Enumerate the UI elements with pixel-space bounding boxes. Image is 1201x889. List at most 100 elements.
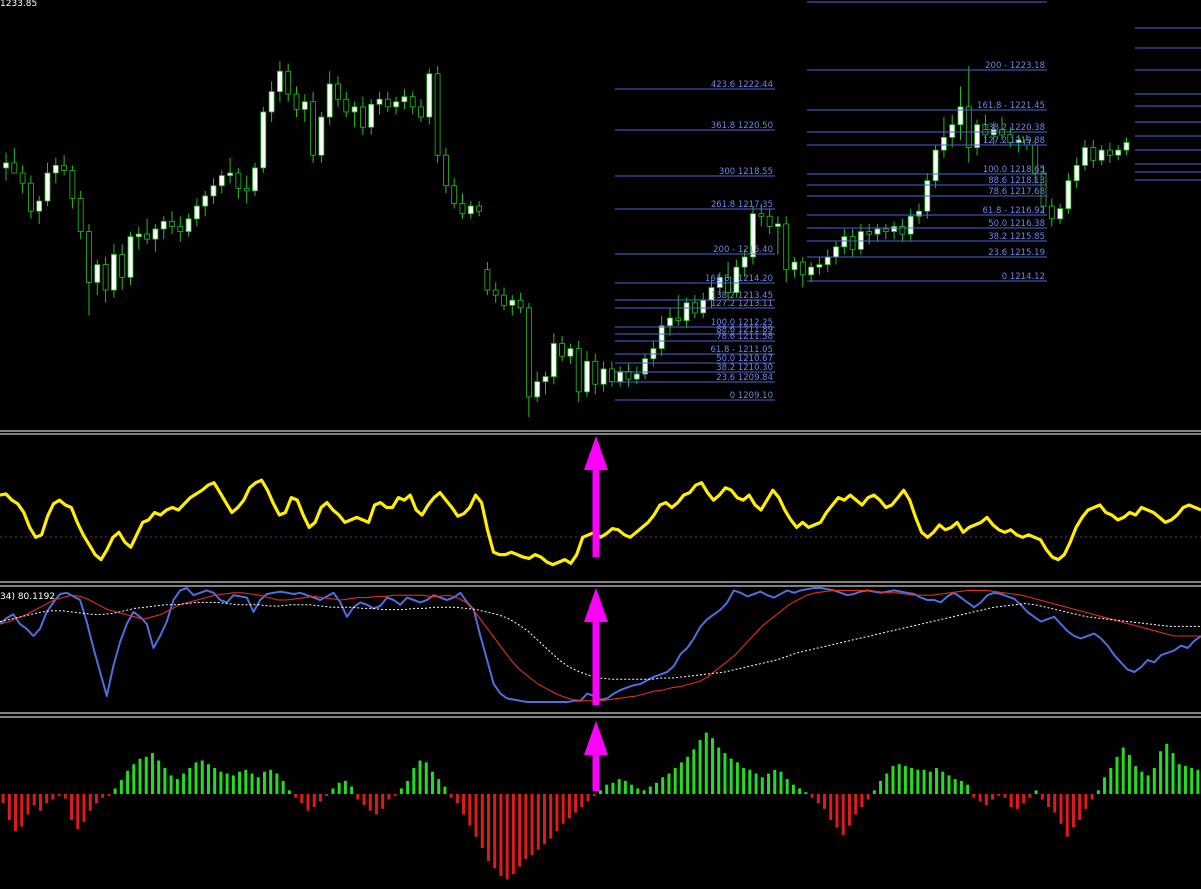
candle-body [866,231,873,235]
candle-body [102,264,109,291]
candle-body [351,106,358,113]
candle-body [1057,208,1063,220]
fib-level-label: 0 1209.10 [730,391,773,401]
fib-level-label: 161.8 - 1214.20 [705,274,773,284]
candle-body [700,299,707,314]
candle-body [276,70,283,92]
candle-body [160,220,167,230]
candle-body [418,106,424,118]
fib-level-label: 23.6 1215.19 [988,248,1045,258]
candle-body [841,236,848,248]
candle-body [609,368,615,383]
candle-body [932,149,939,182]
price-label: 1233.85 [0,0,37,9]
fib-level-label: 38.2 1210.30 [716,363,773,373]
candle-body [824,256,831,266]
candle-body [916,210,922,217]
candle-body [310,101,317,156]
fib-level-label: 78.6 1211.58 [716,332,773,342]
candle-body [766,215,773,227]
oscillator-label: 34) 80.1192 [0,592,55,602]
candle-body [891,226,897,232]
candle-body [169,220,175,227]
candle-body [517,299,524,309]
candle-body [492,289,499,296]
candle-body [849,236,856,250]
candle-body [667,317,673,327]
candle-body [301,101,308,110]
chart-background [0,0,1201,889]
candle-body [11,162,18,174]
candle-body [675,317,682,321]
candle-body [318,116,325,156]
candle-body [858,231,864,250]
candle-body [260,111,267,169]
fib-level-label: 50.0 1216.38 [988,219,1045,229]
candle-body [476,205,483,212]
candle-body [119,254,126,278]
candle-body [783,223,790,271]
candle-body [542,376,549,383]
candle-body [359,106,366,128]
candle-body [293,93,300,110]
candle-body [974,124,980,148]
candle-body [218,175,225,187]
candle-body [343,98,350,113]
fib-level-label: 261.8 1217.35 [711,200,773,210]
candle-body [1073,164,1080,182]
fib-level-label: 200 - 1223.18 [985,61,1045,71]
candle-body [808,266,814,276]
candle-body [3,162,9,169]
fib-level-label: 61.8 - 1216.92 [982,206,1045,216]
fib-level-label: 78.6 1217.68 [988,187,1045,197]
candle-body [625,371,632,380]
candle-body [235,172,242,189]
candle-body [36,200,43,212]
candle-body [791,261,798,271]
candle-body [77,198,84,232]
candle-body [941,136,947,151]
candle-body [111,254,117,291]
candle-body [658,325,665,349]
candle-body [61,164,67,171]
fib-level-label: 361.8 1220.50 [711,121,773,131]
candle-body [285,70,292,95]
fib-level-label: 23.6 1209.84 [716,373,773,383]
fib-level-label: 261.8 1225.36 [983,0,1045,3]
candle-body [584,360,590,393]
candle-body [965,106,972,148]
candle-body [559,343,565,357]
candle-body [227,172,234,176]
candle-body [775,223,781,227]
candle-body [567,348,574,357]
candle-body [633,373,640,380]
candle-body [683,302,690,321]
fib-level-label: 127.2 1213.11 [711,299,773,309]
candle-body [19,172,26,184]
candle-body [434,73,441,156]
candle-body [459,203,466,215]
candle-body [526,307,532,398]
fib-level-label: 200 - 1215.40 [713,245,773,255]
candle-body [592,360,599,385]
candle-body [144,233,151,240]
fib-level-label: 100.0 1218.65 [983,165,1045,175]
candle-body [882,228,889,232]
candle-body [376,98,383,105]
fib-level-label: 0 1214.12 [1002,272,1045,282]
candle-body [44,172,51,202]
fib-level-label: 161.8 - 1221.45 [977,101,1045,111]
candle-body [484,269,491,291]
candle-body [268,91,275,113]
candle-body [94,264,101,283]
candle-body [467,205,474,215]
candle-body [52,164,59,174]
candle-body [210,185,217,197]
candle-body [874,228,881,235]
candle-body [135,233,142,238]
candle-body [799,261,806,276]
fib-level-label: 300 1218.55 [719,167,773,177]
fib-level-label: 38.2 1215.85 [988,232,1045,242]
candle-body [1098,149,1105,161]
candle-body [202,195,209,207]
